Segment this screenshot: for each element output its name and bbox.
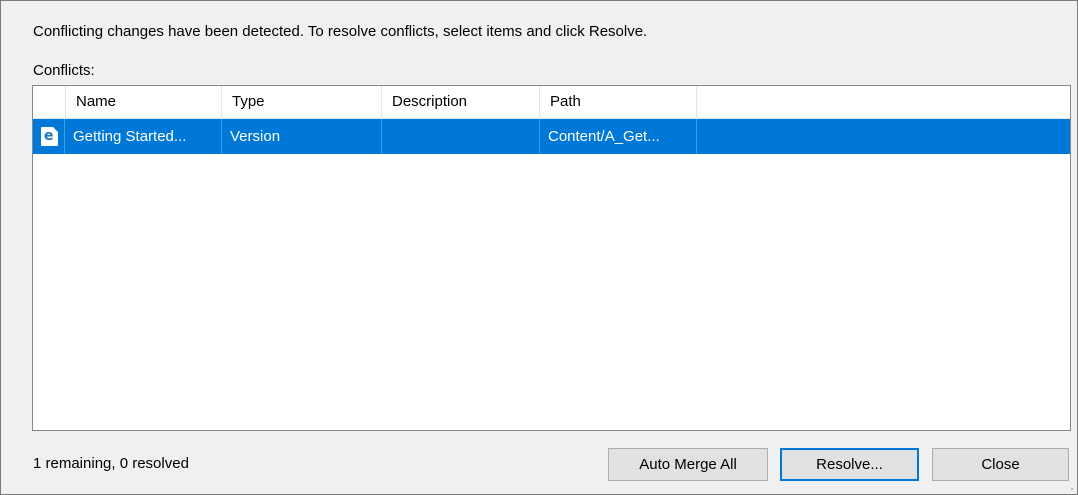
auto-merge-all-button[interactable]: Auto Merge All bbox=[608, 448, 768, 481]
conflicts-list[interactable]: Name Type Description Path e Getting Sta… bbox=[32, 85, 1071, 431]
close-button[interactable]: Close bbox=[932, 448, 1069, 481]
column-header-description[interactable]: Description bbox=[382, 86, 540, 118]
row-name-cell: Getting Started... bbox=[65, 119, 222, 154]
row-path-cell: Content/A_Get... bbox=[540, 119, 697, 154]
resolve-conflicts-dialog: Conflicting changes have been detected. … bbox=[0, 0, 1078, 495]
table-row[interactable]: e Getting Started... Version Content/A_G… bbox=[33, 119, 1070, 154]
row-icon-cell: e bbox=[33, 119, 65, 154]
column-header-path[interactable]: Path bbox=[540, 86, 697, 118]
resize-grip[interactable] bbox=[1071, 488, 1073, 490]
status-text: 1 remaining, 0 resolved bbox=[33, 455, 189, 472]
column-header-type[interactable]: Type bbox=[222, 86, 382, 118]
column-header-icon[interactable] bbox=[33, 86, 66, 118]
row-type-cell: Version bbox=[222, 119, 382, 154]
resolve-button[interactable]: Resolve... bbox=[780, 448, 919, 481]
instructions-text: Conflicting changes have been detected. … bbox=[33, 23, 648, 40]
column-header-name[interactable]: Name bbox=[66, 86, 222, 118]
document-e-icon: e bbox=[41, 127, 58, 146]
row-description-cell bbox=[382, 119, 540, 154]
list-header: Name Type Description Path bbox=[33, 86, 1070, 119]
conflicts-label: Conflicts: bbox=[33, 62, 95, 79]
